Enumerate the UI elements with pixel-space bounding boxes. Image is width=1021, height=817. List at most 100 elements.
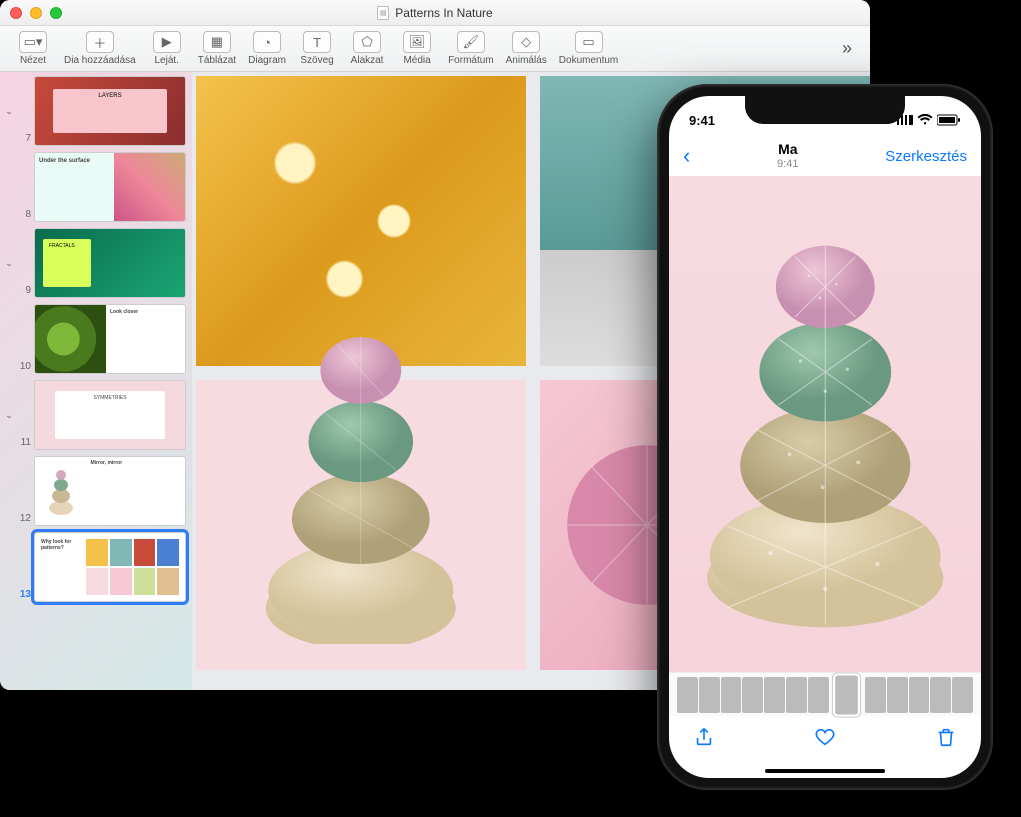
slide-number: 13 <box>17 589 31 602</box>
slide-thumb[interactable]: LAYERS <box>34 76 186 146</box>
document-title: ▤ Patterns In Nature <box>377 6 492 20</box>
toolbar-label: Dia hozzáadása <box>64 55 136 66</box>
status-time: 9:41 <box>689 113 715 128</box>
edit-button[interactable]: Szerkesztés <box>885 148 967 165</box>
slide-number: 12 <box>17 513 31 526</box>
document-title-text: Patterns In Nature <box>395 6 492 20</box>
disclosure-icon[interactable]: ⌄ <box>4 410 14 421</box>
shape-icon: ⬠ <box>353 31 381 53</box>
filmstrip-thumb[interactable] <box>786 677 807 713</box>
slide-row-9[interactable]: ⌄ 9 FRACTALS <box>4 228 186 298</box>
slide-number: 8 <box>17 209 31 222</box>
slide-row-8[interactable]: 8 Under the surface <box>4 152 186 222</box>
home-indicator[interactable] <box>669 764 981 778</box>
share-icon <box>693 726 715 748</box>
minimize-window-button[interactable] <box>30 7 42 19</box>
toolbar-label: Szöveg <box>300 55 333 66</box>
toolbar-add-slide[interactable]: ＋ Dia hozzáadása <box>58 29 142 68</box>
slide-title: SYMMETRIES <box>93 395 126 401</box>
photo-viewer[interactable] <box>669 176 981 672</box>
slide-title: Mirror, mirror <box>91 460 123 522</box>
close-window-button[interactable] <box>10 7 22 19</box>
toolbar-overflow[interactable]: » <box>832 38 862 59</box>
filmstrip-thumb[interactable] <box>909 677 930 713</box>
slide-title: Look closer <box>110 309 138 315</box>
wifi-icon <box>917 114 933 126</box>
toolbar-label: Dokumentum <box>559 55 618 66</box>
slide-row-7[interactable]: ⌄ 7 LAYERS <box>4 76 186 146</box>
filmstrip-thumb[interactable] <box>699 677 720 713</box>
slide-number: 7 <box>17 133 31 146</box>
photos-nav-header: ‹ Ma 9:41 Szerkesztés <box>669 136 981 176</box>
filmstrip-thumb[interactable] <box>808 677 829 713</box>
toolbar-label: Alakzat <box>351 55 384 66</box>
filmstrip-thumb[interactable] <box>764 677 785 713</box>
document-settings-icon: ▭ <box>575 31 603 53</box>
slide-title: Under the surface <box>39 158 90 164</box>
window-controls <box>10 7 62 19</box>
toolbar-label: Diagram <box>248 55 286 66</box>
nav-subtitle: 9:41 <box>777 158 798 170</box>
toolbar-animate[interactable]: ◇ Animálás <box>500 29 553 68</box>
disclosure-icon[interactable]: ⌄ <box>4 106 14 117</box>
toolbar-text[interactable]: T Szöveg <box>292 29 342 68</box>
filmstrip-thumb[interactable] <box>887 677 908 713</box>
filmstrip-thumb-selected[interactable] <box>836 675 858 714</box>
iphone-device: 9:41 ‹ Ma 9:41 Szerkesztés <box>657 84 993 790</box>
document-icon: ▤ <box>377 6 389 20</box>
zoom-window-button[interactable] <box>50 7 62 19</box>
toolbar-label: Animálás <box>506 55 547 66</box>
filmstrip-thumb[interactable] <box>677 677 698 713</box>
favorite-button[interactable] <box>814 726 836 754</box>
add-slide-icon: ＋ <box>86 31 114 53</box>
back-button[interactable]: ‹ <box>683 143 690 169</box>
slide-number: 9 <box>17 285 31 298</box>
filmstrip-thumb[interactable] <box>952 677 973 713</box>
toolbar-label: Média <box>403 55 430 66</box>
toolbar-play[interactable]: ▶ Leját. <box>142 29 192 68</box>
filmstrip-thumb[interactable] <box>742 677 763 713</box>
filmstrip-thumb[interactable] <box>721 677 742 713</box>
slide-number: 10 <box>17 361 31 374</box>
media-icon: 🖼 <box>403 31 431 53</box>
share-button[interactable] <box>693 726 715 754</box>
canvas-image-urchin-stack[interactable] <box>196 380 526 670</box>
slide-navigator[interactable]: ⌄ 7 LAYERS 8 Under the surface ⌄ 9 <box>0 72 192 690</box>
toolbar-view[interactable]: ▭▾ Nézet <box>8 29 58 68</box>
nav-title-group: Ma 9:41 <box>777 142 798 169</box>
toolbar-chart[interactable]: ◔ Diagram <box>242 29 292 68</box>
slide-thumb[interactable]: FRACTALS <box>34 228 186 298</box>
toolbar: ▭▾ Nézet ＋ Dia hozzáadása ▶ Leját. ▦ Táb… <box>0 26 870 72</box>
slide-thumb-selected[interactable]: Why look for patterns? <box>34 532 186 602</box>
toolbar-label: Táblázat <box>198 55 236 66</box>
toolbar-table[interactable]: ▦ Táblázat <box>192 29 242 68</box>
slide-row-13[interactable]: 13 Why look for patterns? <box>4 532 186 602</box>
urchin-stack-graphic <box>242 311 480 644</box>
slide-title: FRACTALS <box>49 243 75 249</box>
slide-row-11[interactable]: ⌄ 11 SYMMETRIES <box>4 380 186 450</box>
trash-icon <box>935 726 957 748</box>
filmstrip-thumb[interactable] <box>930 677 951 713</box>
play-icon: ▶ <box>153 31 181 53</box>
slide-row-12[interactable]: 12 Mirror, mirror <box>4 456 186 526</box>
slide-number: 11 <box>17 437 31 450</box>
toolbar-media[interactable]: 🖼 Média <box>392 29 442 68</box>
toolbar-label: Formátum <box>448 55 494 66</box>
photo-filmstrip[interactable] <box>669 672 981 716</box>
disclosure-icon[interactable]: ⌄ <box>4 258 14 269</box>
slide-row-10[interactable]: 10 Look closer <box>4 304 186 374</box>
toolbar-format[interactable]: 🖌 Formátum <box>442 29 500 68</box>
toolbar-document[interactable]: ▭ Dokumentum <box>553 29 624 68</box>
filmstrip-thumb[interactable] <box>865 677 886 713</box>
animate-icon: ◇ <box>512 31 540 53</box>
urchin-mini-icon <box>46 466 76 516</box>
slide-thumb[interactable]: Look closer <box>34 304 186 374</box>
iphone-screen: 9:41 ‹ Ma 9:41 Szerkesztés <box>669 96 981 778</box>
battery-icon <box>937 114 961 126</box>
photos-toolbar <box>669 716 981 764</box>
slide-thumb[interactable]: SYMMETRIES <box>34 380 186 450</box>
delete-button[interactable] <box>935 726 957 754</box>
toolbar-shape[interactable]: ⬠ Alakzat <box>342 29 392 68</box>
slide-thumb[interactable]: Under the surface <box>34 152 186 222</box>
slide-thumb[interactable]: Mirror, mirror <box>34 456 186 526</box>
